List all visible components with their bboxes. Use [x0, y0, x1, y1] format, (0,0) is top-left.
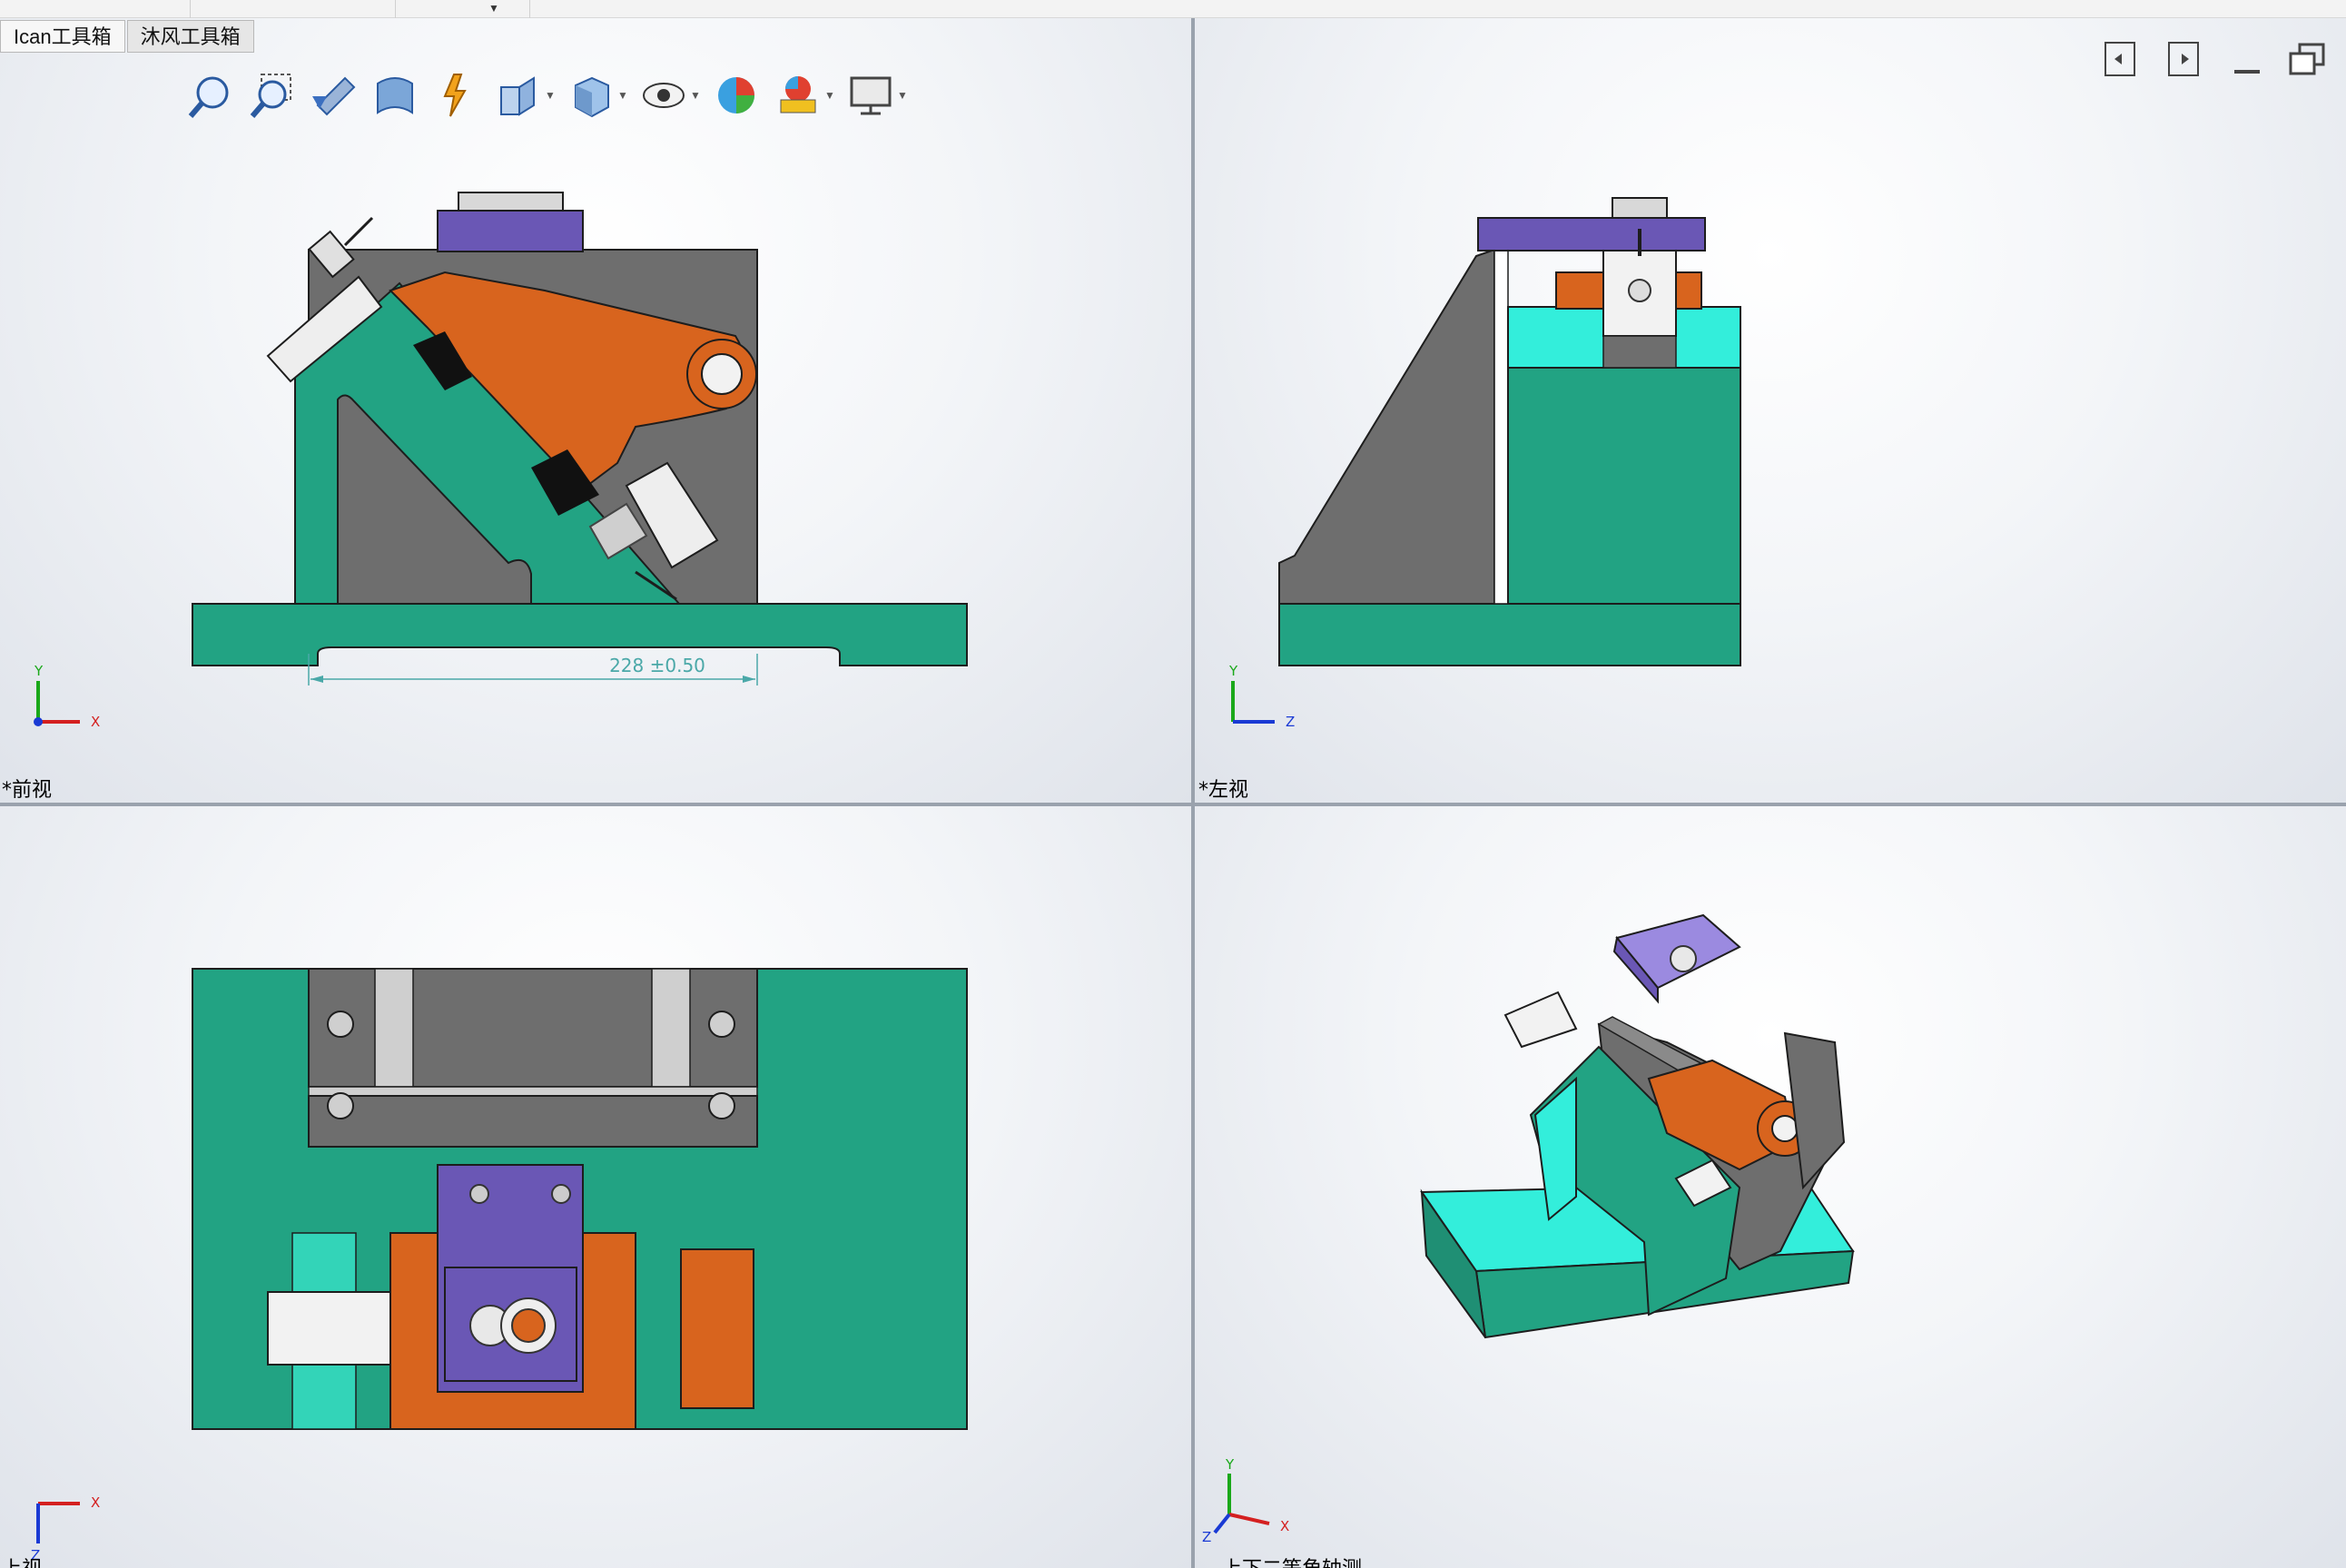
chevron-down-icon[interactable]: ▼	[488, 2, 499, 15]
axis-label-z: Z	[1202, 1529, 1211, 1545]
viewport-isometric[interactable]: Y X Z 上下二等角轴测	[1195, 806, 2346, 1568]
chevron-down-icon[interactable]: ▼	[545, 89, 557, 102]
view-label-front: *前视	[2, 779, 53, 802]
axis-label-z: Z	[1286, 714, 1295, 730]
previous-view-icon[interactable]	[305, 67, 361, 123]
view-label-left: *左视	[1198, 779, 1249, 802]
top-strip-segment	[0, 0, 191, 18]
previous-viewport-icon[interactable]	[2095, 35, 2144, 84]
view-label-isometric: 上下二等角轴测	[1222, 1553, 1362, 1568]
restore-icon[interactable]	[2282, 35, 2331, 84]
hide-show-items-icon[interactable]	[636, 67, 692, 123]
minimize-icon[interactable]	[2223, 35, 2272, 84]
tab-ican-toolbox[interactable]: Ican工具箱	[0, 20, 125, 53]
dimension-label[interactable]: 228 ±0.50	[609, 655, 705, 676]
apply-scene-icon[interactable]	[770, 67, 826, 123]
zoom-to-area-icon[interactable]	[243, 67, 300, 123]
toolbox-tabbar: Ican工具箱 沐风工具箱	[0, 18, 256, 54]
view-label-top: 上视	[2, 1553, 42, 1568]
viewport-top[interactable]: X Z 上视	[0, 806, 1191, 1568]
axis-label-x: X	[91, 714, 100, 730]
top-strip: ▼	[0, 0, 2346, 18]
viewport-splitter-horizontal[interactable]	[0, 803, 2346, 806]
heads-up-view-toolbar: ▼ ▼ ▼ ▼ ▼	[182, 64, 915, 127]
viewport-left[interactable]: Y Z *左视	[1195, 18, 2346, 803]
chevron-down-icon[interactable]: ▼	[897, 89, 910, 102]
viewport-splitter-vertical[interactable]	[1191, 18, 1195, 1568]
chevron-down-icon[interactable]: ▼	[690, 89, 703, 102]
edit-appearance-icon[interactable]	[708, 67, 764, 123]
display-style-icon[interactable]	[563, 67, 619, 123]
top-strip-segment	[191, 0, 396, 18]
zoom-to-fit-icon[interactable]	[182, 67, 238, 123]
chevron-down-icon[interactable]: ▼	[617, 89, 630, 102]
section-view-icon[interactable]	[367, 67, 423, 123]
viewport-front[interactable]: 228 ±0.50 Y X ▼ ▼ ▼ ▼ ▼ *前视	[0, 18, 1191, 803]
axis-label-y: Y	[1228, 663, 1238, 679]
dynamic-annotation-icon[interactable]	[429, 67, 485, 123]
tab-mufeng-toolbox[interactable]: 沐风工具箱	[126, 20, 254, 53]
axis-label-x: X	[1280, 1518, 1289, 1534]
axis-label-y: Y	[34, 663, 44, 679]
view-settings-icon[interactable]	[843, 67, 899, 123]
axis-label-y: Y	[1225, 1456, 1235, 1473]
left-view-model: Y Z	[1228, 197, 1741, 730]
chevron-down-icon[interactable]: ▼	[824, 89, 837, 102]
front-view-model: 228 ±0.50 Y X	[34, 192, 968, 730]
view-orientation-icon[interactable]	[490, 67, 547, 123]
axis-label-x: X	[91, 1494, 100, 1511]
next-viewport-icon[interactable]	[2159, 35, 2208, 84]
top-view-model: X Z	[31, 968, 968, 1563]
top-strip-dropdown[interactable]	[396, 0, 530, 18]
isometric-view-model: Y X Z	[1202, 913, 1855, 1545]
